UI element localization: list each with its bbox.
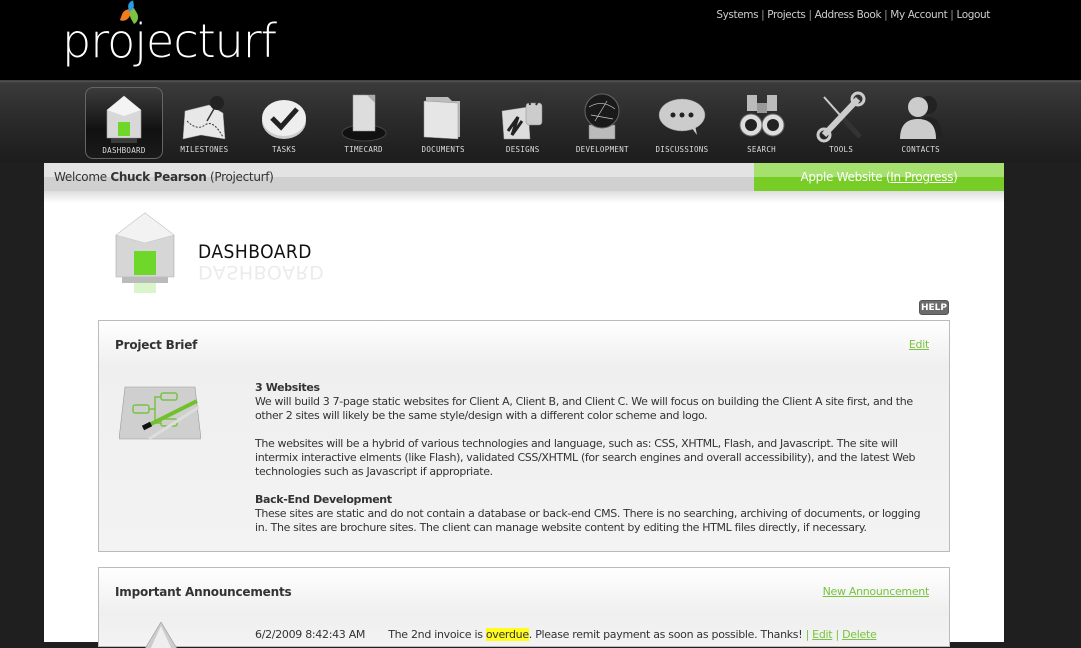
main-nav-bar: DASHBOARD MILESTONES TASKS TIMECARD DOCU… — [0, 80, 1081, 162]
brief-paragraph: We will build 3 7-page static websites f… — [255, 395, 913, 422]
nav-tools[interactable]: TOOLS — [801, 87, 881, 159]
separator: | — [835, 628, 839, 641]
warning-icon — [145, 622, 177, 648]
panel-title: Important Announcements — [115, 585, 292, 599]
main-content: Welcome Chuck Pearson (Projecturf) Apple… — [44, 163, 1004, 648]
nav-label: MILESTONES — [180, 145, 229, 154]
nav-designs[interactable]: DESIGNS — [483, 87, 563, 159]
binoculars-icon — [739, 95, 785, 137]
brief-section-heading: 3 Websites — [255, 381, 320, 394]
checkmark-icon — [261, 100, 306, 139]
nav-label: TASKS — [271, 145, 297, 154]
page-title-reflection: DASHBOARD — [198, 261, 325, 283]
project-status-link[interactable]: In Progress — [890, 170, 953, 184]
link-logout[interactable]: Logout — [956, 9, 990, 21]
announcements-panel: Important Announcements New Announcement… — [98, 567, 950, 648]
project-status-bar: Apple Website (In Progress) — [754, 163, 1004, 191]
announcement-date: 6/2/2009 8:42:43 AM — [255, 628, 366, 641]
top-header: projecturf Systems | Projects | Address Book… — [0, 0, 1081, 80]
nav-dashboard[interactable]: DASHBOARD — [85, 87, 163, 159]
top-links: Systems | Projects | Address Book | My Account… — [716, 9, 990, 21]
link-projects[interactable]: Projects — [767, 9, 806, 21]
nav-label: TOOLS — [829, 145, 854, 154]
brief-section-heading: Back-End Development — [255, 493, 392, 506]
help-button[interactable]: HELP — [919, 300, 949, 315]
projecturf-logo[interactable]: projecturf — [62, 0, 277, 75]
nav-label: TIMECARD — [344, 145, 383, 154]
house-icon — [106, 95, 142, 143]
brush-cup-icon — [501, 92, 543, 140]
contacts-icon — [899, 96, 942, 139]
nav-timecard[interactable]: TIMECARD — [324, 87, 404, 159]
timecard-icon — [341, 94, 387, 142]
map-pin-icon — [183, 96, 226, 140]
separator: | — [808, 9, 813, 21]
nav-label: DEVELOPMENT — [575, 145, 629, 154]
edit-brief-link[interactable]: Edit — [909, 338, 929, 351]
separator: | — [805, 628, 810, 641]
link-address-book[interactable]: Address Book — [815, 9, 882, 21]
flowchart-pen-icon — [119, 386, 201, 441]
nav-documents[interactable]: DOCUMENTS — [403, 87, 483, 159]
brief-body: 3 Websites We will build 3 7-page static… — [255, 381, 935, 549]
nav-label: CONTACTS — [901, 145, 940, 154]
org-name: (Projecturf) — [209, 170, 274, 184]
nav-discussions[interactable]: DISCUSSIONS — [642, 87, 722, 159]
folder-icon — [423, 97, 461, 140]
edit-announcement-link[interactable]: Edit — [812, 628, 832, 641]
nav-label: SEARCH — [747, 145, 776, 154]
link-systems[interactable]: Systems — [716, 9, 758, 21]
divider — [44, 191, 1004, 203]
link-my-account[interactable]: My Account — [890, 9, 947, 21]
delete-announcement-link[interactable]: Delete — [842, 628, 877, 641]
main-nav: DASHBOARD MILESTONES TASKS TIMECARD DOCU… — [85, 87, 961, 161]
tools-icon — [816, 91, 866, 143]
logo-text: projecturf — [62, 14, 277, 68]
nav-tasks[interactable]: TASKS — [244, 87, 324, 159]
nav-contacts[interactable]: CONTACTS — [881, 87, 961, 159]
new-announcement-link[interactable]: New Announcement — [823, 585, 930, 598]
project-brief-panel: Project Brief Edit 3 Websites We will bu… — [98, 320, 950, 552]
separator: | — [950, 9, 954, 21]
announcement-text: The 2nd invoice is — [388, 628, 486, 641]
nav-development[interactable]: DEVELOPMENT — [563, 87, 643, 159]
page-title: DASHBOARD — [198, 241, 312, 263]
brief-paragraph: These sites are static and do not contai… — [255, 507, 921, 534]
brief-paragraph: The websites will be a hybrid of various… — [255, 437, 916, 478]
nav-label: DESIGNS — [505, 145, 540, 154]
welcome-bar: Welcome Chuck Pearson (Projecturf) — [44, 163, 754, 191]
user-name: Chuck Pearson — [110, 170, 207, 184]
separator: | — [884, 9, 888, 21]
nav-milestones[interactable]: MILESTONES — [165, 87, 245, 159]
welcome-prefix: Welcome — [54, 170, 107, 184]
globe-icon — [584, 93, 620, 140]
announcement-row: 6/2/2009 8:42:43 AM The 2nd invoice is o… — [255, 628, 877, 641]
house-icon — [115, 212, 175, 293]
announcement-text: . Please remit payment as soon as possib… — [528, 628, 803, 641]
project-name: Apple Website — [800, 170, 883, 184]
nav-label: DOCUMENTS — [421, 145, 465, 154]
announcement-highlight: overdue — [485, 628, 529, 641]
nav-label: DISCUSSIONS — [655, 145, 709, 154]
nav-search[interactable]: SEARCH — [722, 87, 802, 159]
nav-label: DASHBOARD — [102, 146, 146, 155]
speech-bubble-icon — [658, 98, 706, 135]
separator: | — [761, 9, 765, 21]
panel-title: Project Brief — [115, 338, 198, 352]
